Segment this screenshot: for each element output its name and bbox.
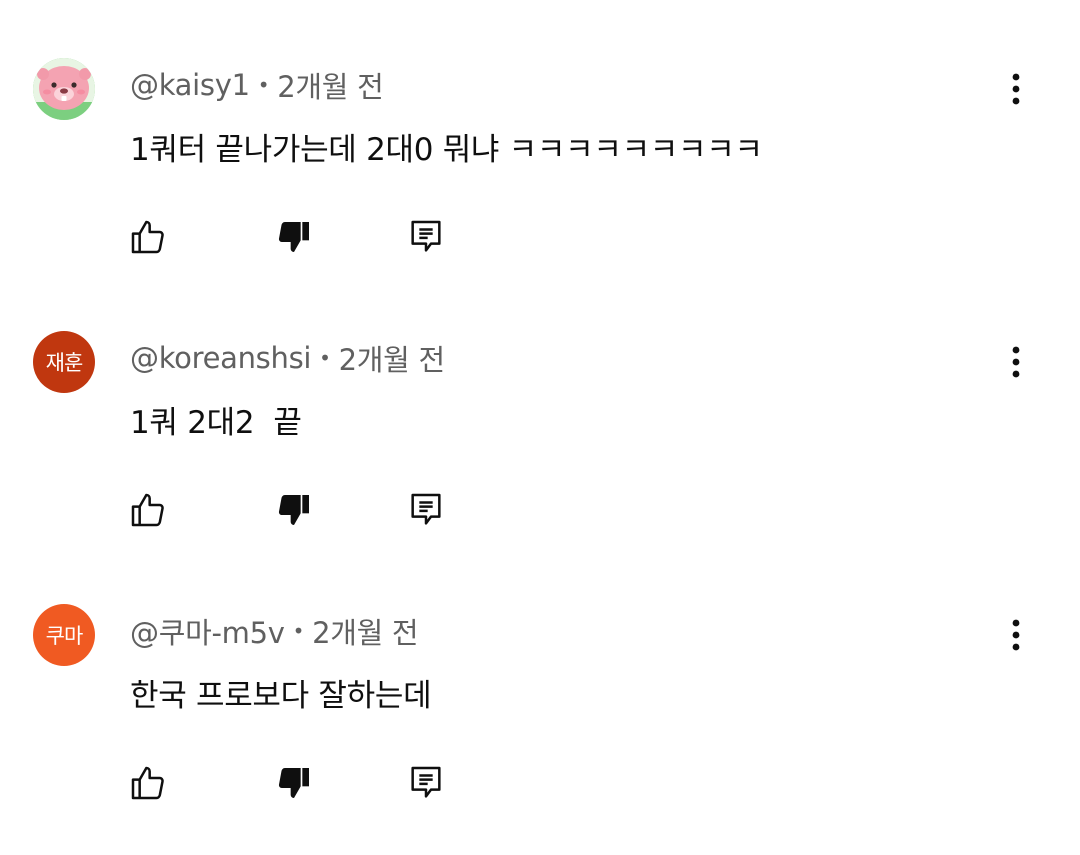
reply-button[interactable] xyxy=(405,489,447,531)
reply-comment-icon xyxy=(411,766,441,798)
thumbs-up-outline-icon xyxy=(131,493,164,527)
comment-text: 1쿼 2대2 끝 xyxy=(130,405,302,441)
comment-author[interactable]: @쿠마-m5v xyxy=(130,610,285,652)
vertical-ellipsis-icon xyxy=(1012,619,1020,651)
dislike-button[interactable] xyxy=(273,762,315,804)
avatar-initials: 재훈 xyxy=(45,351,84,375)
more-options-button[interactable] xyxy=(998,340,1034,384)
comment-item: 재훈 @koreanshsi • 2개월 전 1쿼 2대2 끝 xyxy=(0,273,1080,545)
comment-item: @kaisy1 • 2개월 전 1쿼터 끝나가는데 2대0 뭐냐 ㅋㅋㅋㅋㅋㅋㅋ… xyxy=(0,0,1080,272)
comment-author[interactable]: @koreanshsi xyxy=(130,341,311,375)
thumbs-up-outline-icon xyxy=(131,220,164,254)
comment-time[interactable]: 2개월 전 xyxy=(339,337,446,379)
more-options-button[interactable] xyxy=(998,613,1034,657)
like-button[interactable] xyxy=(127,762,169,804)
meta-separator: • xyxy=(292,619,305,643)
vertical-ellipsis-icon xyxy=(1012,346,1020,378)
pink-beaver-character-icon xyxy=(33,58,95,120)
avatar[interactable]: 쿠마 xyxy=(33,604,95,666)
meta-separator: • xyxy=(257,73,270,97)
thumbs-down-filled-icon xyxy=(278,495,309,525)
avatar[interactable]: 재훈 xyxy=(33,331,95,393)
avatar-initials: 쿠마 xyxy=(45,624,84,648)
comment-text: 한국 프로보다 잘하는데 xyxy=(130,678,432,714)
comment-meta: @kaisy1 • 2개월 전 xyxy=(130,63,384,107)
vertical-ellipsis-icon xyxy=(1012,73,1020,105)
like-button[interactable] xyxy=(127,216,169,258)
comment-meta: @koreanshsi • 2개월 전 xyxy=(130,336,445,380)
thumbs-down-filled-icon xyxy=(278,222,309,252)
reply-button[interactable] xyxy=(405,216,447,258)
comment-time[interactable]: 2개월 전 xyxy=(277,64,384,106)
comment-author[interactable]: @kaisy1 xyxy=(130,68,250,102)
meta-separator: • xyxy=(319,346,331,370)
reply-button[interactable] xyxy=(405,762,447,804)
reply-comment-icon xyxy=(411,220,441,252)
reply-comment-icon xyxy=(411,493,441,525)
thumbs-down-filled-icon xyxy=(278,768,309,798)
comment-meta: @쿠마-m5v • 2개월 전 xyxy=(130,609,419,653)
like-button[interactable] xyxy=(127,489,169,531)
thumbs-up-outline-icon xyxy=(131,766,164,800)
comment-time[interactable]: 2개월 전 xyxy=(312,610,419,652)
avatar[interactable] xyxy=(33,58,95,120)
dislike-button[interactable] xyxy=(273,489,315,531)
comment-item: 쿠마 @쿠마-m5v • 2개월 전 한국 프로보다 잘하는데 xyxy=(0,546,1080,818)
comment-text: 1쿼터 끝나가는데 2대0 뭐냐 ㅋㅋㅋㅋㅋㅋㅋㅋㅋ xyxy=(130,132,763,168)
dislike-button[interactable] xyxy=(273,216,315,258)
more-options-button[interactable] xyxy=(998,67,1034,111)
